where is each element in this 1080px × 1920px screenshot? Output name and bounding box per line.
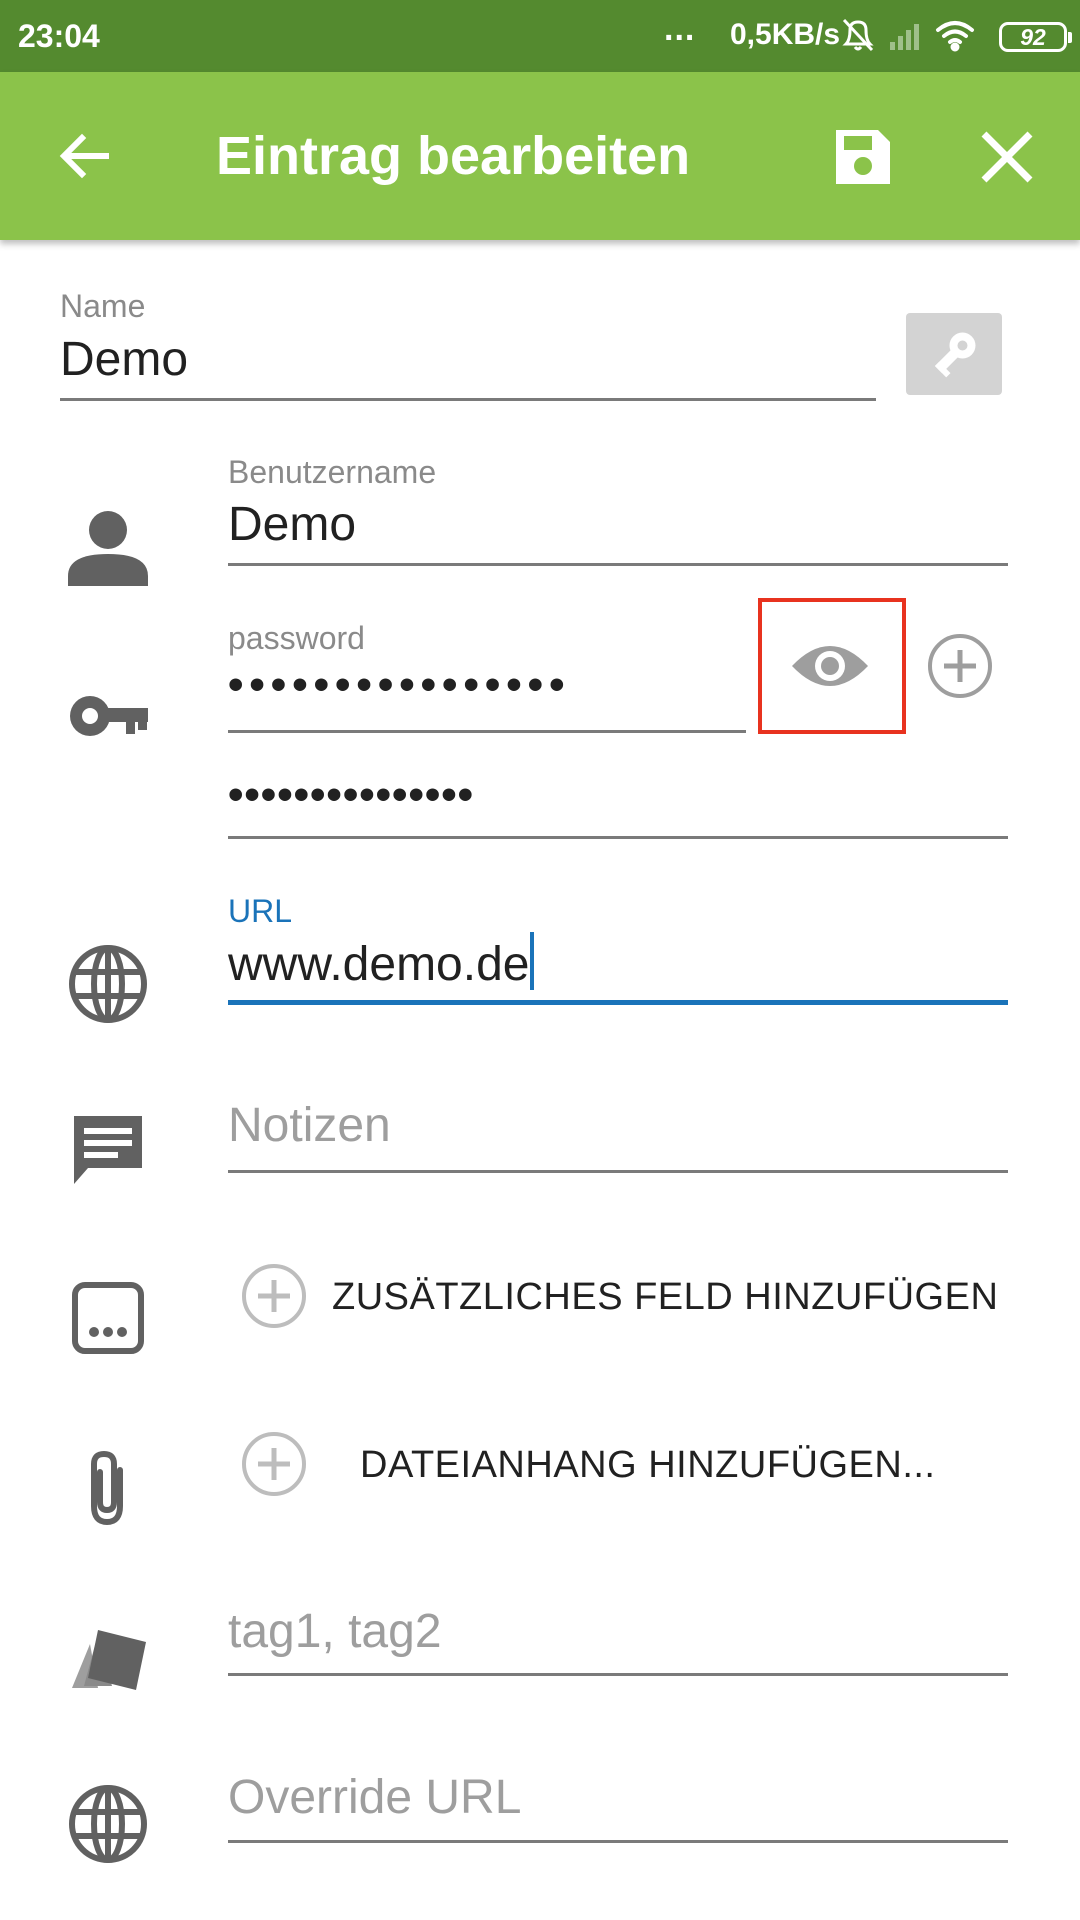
key-icon bbox=[934, 332, 976, 378]
username-input[interactable]: Demo bbox=[228, 497, 356, 552]
override-url-globe-icon bbox=[68, 1784, 148, 1869]
attachment-icon bbox=[80, 1448, 134, 1533]
add-password-icon[interactable] bbox=[926, 632, 994, 705]
name-label: Name bbox=[60, 288, 146, 324]
user-icon bbox=[68, 510, 148, 591]
name-input[interactable]: Demo bbox=[60, 332, 188, 387]
save-icon[interactable] bbox=[832, 126, 894, 193]
url-input-wrap[interactable]: www.demo.de bbox=[228, 932, 535, 992]
tags-underline bbox=[228, 1673, 1008, 1676]
notes-icon bbox=[70, 1112, 146, 1193]
username-underline bbox=[228, 563, 1008, 566]
page-title: Eintrag bearbeiten bbox=[216, 126, 691, 186]
password-confirm-underline bbox=[228, 836, 1008, 839]
override-url-input[interactable]: Override URL bbox=[228, 1770, 521, 1825]
url-underline bbox=[228, 1000, 1008, 1005]
generate-password-button[interactable] bbox=[906, 313, 1002, 395]
add-attachment-plus-icon[interactable] bbox=[240, 1430, 308, 1503]
password-key-icon bbox=[68, 694, 148, 743]
close-icon[interactable] bbox=[978, 128, 1036, 191]
status-time: 23:04 bbox=[18, 18, 100, 54]
status-network-speed: 0,5KB/s bbox=[730, 18, 841, 51]
password-label: password bbox=[228, 620, 365, 656]
password-input[interactable]: •••••••••••••••• bbox=[228, 660, 570, 710]
notes-underline bbox=[228, 1170, 1008, 1173]
override-url-underline bbox=[228, 1840, 1008, 1843]
custom-field-icon bbox=[72, 1282, 144, 1359]
status-icons bbox=[842, 16, 992, 61]
add-field-button[interactable]: ZUSÄTZLICHES FELD HINZUFÜGEN bbox=[332, 1276, 998, 1319]
tags-input[interactable]: tag1, tag2 bbox=[228, 1604, 442, 1659]
wifi-icon bbox=[936, 21, 974, 52]
text-cursor bbox=[530, 932, 535, 990]
app-bar: Eintrag bearbeiten bbox=[0, 72, 1080, 240]
add-field-plus-icon[interactable] bbox=[240, 1262, 308, 1335]
name-underline bbox=[60, 398, 876, 401]
url-label: URL bbox=[228, 893, 293, 929]
add-attachment-button[interactable]: DATEIANHANG HINZUFÜGEN... bbox=[360, 1444, 936, 1487]
password-underline bbox=[228, 730, 746, 733]
back-arrow-icon[interactable] bbox=[56, 128, 112, 189]
notes-input[interactable]: Notizen bbox=[228, 1098, 391, 1153]
eye-icon[interactable] bbox=[790, 640, 870, 697]
status-bar: 23:04 ... 0,5KB/s 92 bbox=[0, 0, 1080, 72]
url-input[interactable]: www.demo.de bbox=[228, 938, 529, 991]
signal-icon bbox=[890, 24, 919, 50]
status-dots: ... bbox=[664, 10, 696, 48]
password-confirm-input[interactable]: ••••••••••••••• bbox=[228, 770, 474, 820]
username-label: Benutzername bbox=[228, 454, 437, 490]
globe-icon bbox=[68, 944, 148, 1029]
battery-icon: 92 bbox=[999, 22, 1072, 52]
tags-icon bbox=[68, 1618, 150, 1697]
mute-icon bbox=[842, 18, 874, 52]
